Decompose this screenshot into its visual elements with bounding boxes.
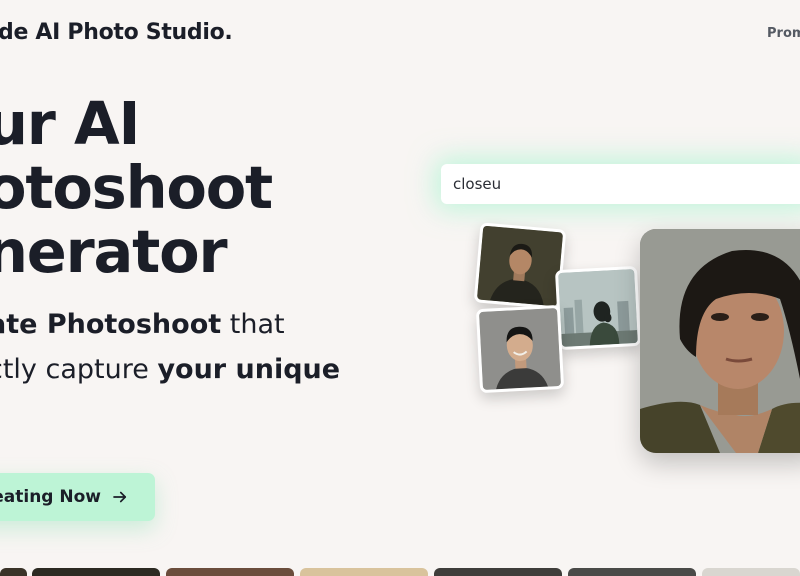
prompt-input[interactable] [453,175,800,193]
cta-label: reating Now [0,487,101,507]
gallery-tile[interactable] [0,568,27,576]
headline-line-3: nerator [0,217,228,286]
start-creating-button[interactable]: reating Now [0,473,155,521]
brand-logo-text[interactable]: de AI Photo Studio. [0,20,233,45]
page: de AI Photo Studio. Prom ur AI otoshoot … [0,0,800,576]
headline-line-2: otoshoot [0,153,273,222]
nav-link-prompts[interactable]: Prom [767,26,800,41]
thumbnail-man-portrait[interactable] [473,222,567,310]
gallery-tile[interactable] [568,568,696,576]
thumbnail-smiling-man[interactable] [475,304,565,394]
subhead-text-2: ctly capture [0,354,158,385]
gallery-tile[interactable] [32,568,160,576]
gallery-tile[interactable] [702,568,800,576]
woman-city-image [558,269,638,347]
hero-headline: ur AI otoshoot nerator [0,89,273,286]
arrow-right-icon [113,491,127,503]
prompt-input-box[interactable] [441,164,800,204]
hero-subheading: ate Photoshoot that ctly capture your un… [0,302,340,392]
gallery-strip [0,568,800,576]
smiling-man-image [479,308,561,390]
headline-line-1: ur AI [0,89,140,158]
subhead-line-2: ctly capture your unique [0,347,340,392]
gallery-tile[interactable] [300,568,428,576]
gallery-tile[interactable] [166,568,294,576]
subhead-bold-1: ate Photoshoot [0,309,222,340]
woman-portrait-image [640,229,800,453]
subhead-line-1: ate Photoshoot that [0,302,340,347]
main-generated-photo[interactable] [640,229,800,453]
gallery-tile[interactable] [434,568,562,576]
subhead-text-1: that [221,309,285,340]
thumbnail-woman-city[interactable] [554,265,642,351]
subhead-bold-2: your unique [157,354,341,385]
portrait-man-image [476,225,564,307]
